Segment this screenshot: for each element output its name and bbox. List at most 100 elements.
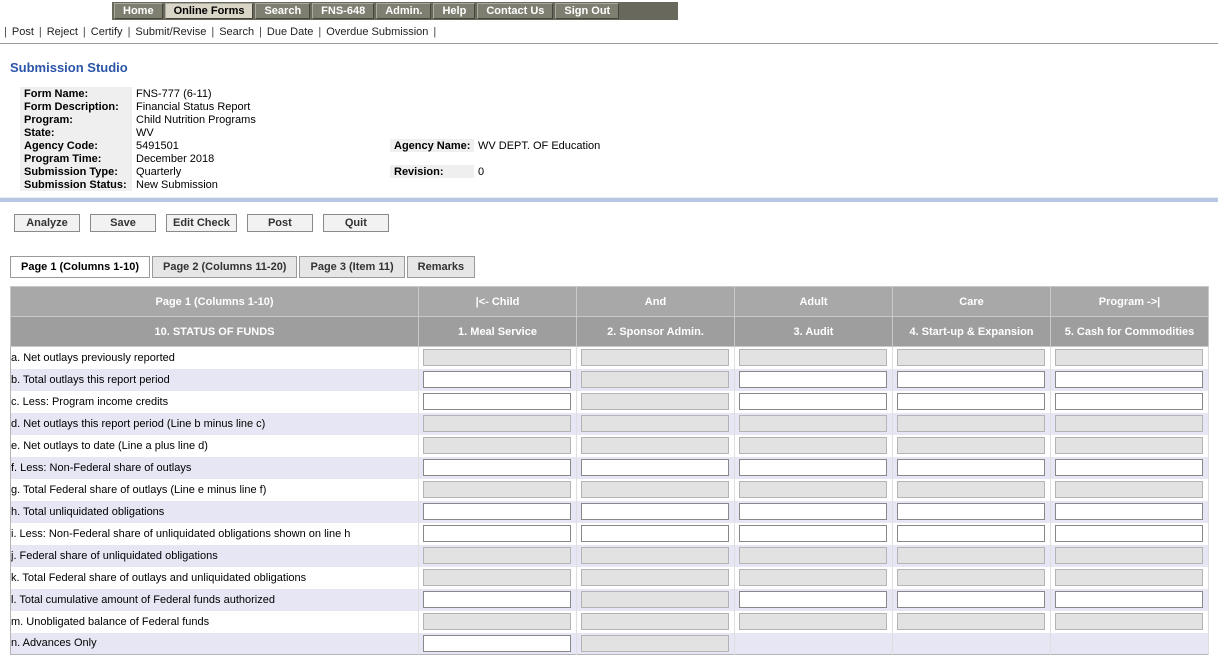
grid-row-g: g. Total Federal share of outlays (Line … bbox=[10, 478, 1209, 501]
menu-overdue-submission[interactable]: Overdue Submission bbox=[326, 26, 428, 38]
grid-cell bbox=[1050, 434, 1209, 457]
cell-f-col3-input[interactable] bbox=[739, 459, 887, 476]
cell-c-col3-input[interactable] bbox=[739, 393, 887, 410]
cell-i-col1-input[interactable] bbox=[423, 525, 571, 542]
grid-row-a: a. Net outlays previously reported bbox=[10, 346, 1209, 369]
cell-l-col5-input[interactable] bbox=[1055, 591, 1203, 608]
action-buttons: Analyze Save Edit Check Post Quit bbox=[14, 214, 1218, 232]
cell-h-col1-input[interactable] bbox=[423, 503, 571, 520]
menu-post[interactable]: Post bbox=[12, 26, 34, 38]
cell-f-col2-input[interactable] bbox=[581, 459, 729, 476]
cell-n-col1-input[interactable] bbox=[423, 634, 571, 652]
row-label: c. Less: Program income credits bbox=[10, 390, 419, 413]
grid-cell bbox=[418, 544, 577, 567]
analyze-button[interactable]: Analyze bbox=[14, 214, 80, 232]
cell-h-col3-input[interactable] bbox=[739, 503, 887, 520]
nav-fns-648[interactable]: FNS-648 bbox=[312, 3, 375, 19]
cell-l-col4-input[interactable] bbox=[897, 591, 1045, 608]
grid-cell bbox=[892, 632, 1051, 655]
grid-row-j: j. Federal share of unliquidated obligat… bbox=[10, 544, 1209, 567]
menu-search[interactable]: Search bbox=[219, 26, 254, 38]
cell-h-col4-input[interactable] bbox=[897, 503, 1045, 520]
tab-page-2-columns-11-20[interactable]: Page 2 (Columns 11-20) bbox=[151, 256, 298, 278]
edit-check-button[interactable]: Edit Check bbox=[166, 214, 237, 232]
cell-j-col1-input bbox=[423, 547, 571, 564]
cell-g-col3-input bbox=[739, 481, 887, 498]
cell-b-col4-input[interactable] bbox=[897, 371, 1045, 388]
cell-c-col5-input[interactable] bbox=[1055, 393, 1203, 410]
grid-cell bbox=[1050, 500, 1209, 523]
row-label: k. Total Federal share of outlays and un… bbox=[10, 566, 419, 589]
grid-cell bbox=[576, 390, 735, 413]
grid-cell bbox=[892, 566, 1051, 589]
grid-row-n: n. Advances Only bbox=[10, 632, 1209, 655]
info-label-agency-name: Agency Name: bbox=[390, 139, 474, 152]
info-row: Submission Type: Quarterly Revision: 0 bbox=[20, 165, 965, 178]
quit-button[interactable]: Quit bbox=[322, 214, 389, 232]
grid-cell bbox=[418, 346, 577, 369]
grid-cell bbox=[1050, 566, 1209, 589]
grid-cell bbox=[892, 588, 1051, 611]
menu-reject[interactable]: Reject bbox=[47, 26, 78, 38]
cell-i-col3-input[interactable] bbox=[739, 525, 887, 542]
nav-contact-us[interactable]: Contact Us bbox=[477, 3, 554, 19]
grid-head: Page 1 (Columns 1-10) |<- Child And Adult Ca… bbox=[10, 286, 1209, 347]
grid-row-l: l. Total cumulative amount of Federal fu… bbox=[10, 588, 1209, 611]
grid-cell bbox=[1050, 588, 1209, 611]
info-empty bbox=[390, 152, 965, 165]
cell-e-col1-input bbox=[423, 437, 571, 454]
tab-page-3-item-11[interactable]: Page 3 (Item 11) bbox=[299, 256, 405, 278]
cell-e-col4-input bbox=[897, 437, 1045, 454]
info-label-program: Program: bbox=[20, 113, 132, 126]
grid-cell bbox=[734, 478, 893, 501]
cell-e-col3-input bbox=[739, 437, 887, 454]
save-button[interactable]: Save bbox=[90, 214, 156, 232]
grid-cell bbox=[1050, 390, 1209, 413]
nav-admin[interactable]: Admin. bbox=[376, 3, 432, 19]
menu-separator: | bbox=[82, 26, 86, 38]
menu-certify[interactable]: Certify bbox=[91, 26, 123, 38]
row-label: a. Net outlays previously reported bbox=[10, 346, 419, 369]
nav-search[interactable]: Search bbox=[255, 3, 311, 19]
grid-cell bbox=[576, 478, 735, 501]
row-label: l. Total cumulative amount of Federal fu… bbox=[10, 588, 419, 611]
cell-b-col5-input[interactable] bbox=[1055, 371, 1203, 388]
cell-d-col3-input bbox=[739, 415, 887, 432]
cell-f-col5-input[interactable] bbox=[1055, 459, 1203, 476]
grid-header-row-2: 10. STATUS OF FUNDS 1. Meal Service 2. Spo… bbox=[10, 316, 1209, 347]
cell-b-col3-input[interactable] bbox=[739, 371, 887, 388]
cell-l-col3-input[interactable] bbox=[739, 591, 887, 608]
cell-c-col4-input[interactable] bbox=[897, 393, 1045, 410]
cell-j-col2-input bbox=[581, 547, 729, 564]
cell-m-col1-input bbox=[423, 613, 571, 630]
cell-c-col1-input[interactable] bbox=[423, 393, 571, 410]
cell-l-col1-input[interactable] bbox=[423, 591, 571, 608]
cell-b-col1-input[interactable] bbox=[423, 371, 571, 388]
nav-online-forms[interactable]: Online Forms bbox=[164, 3, 254, 19]
nav-sign-out[interactable]: Sign Out bbox=[555, 3, 620, 19]
menu-submit-revise[interactable]: Submit/Revise bbox=[135, 26, 206, 38]
grid-cell bbox=[892, 456, 1051, 479]
tab-remarks[interactable]: Remarks bbox=[406, 256, 476, 278]
tab-strip: Page 1 (Columns 1-10) Page 2 (Columns 11-… bbox=[10, 256, 1218, 278]
tab-page-1-columns-1-10[interactable]: Page 1 (Columns 1-10) bbox=[10, 256, 150, 278]
cell-i-col5-input[interactable] bbox=[1055, 525, 1203, 542]
cell-f-col4-input[interactable] bbox=[897, 459, 1045, 476]
cell-f-col1-input[interactable] bbox=[423, 459, 571, 476]
cell-h-col2-input[interactable] bbox=[581, 503, 729, 520]
cell-i-col2-input[interactable] bbox=[581, 525, 729, 542]
grid-cell bbox=[734, 346, 893, 369]
cell-h-col5-input[interactable] bbox=[1055, 503, 1203, 520]
grid-cell bbox=[576, 566, 735, 589]
grid-cell bbox=[734, 610, 893, 633]
post-button[interactable]: Post bbox=[246, 214, 313, 232]
menu-due-date[interactable]: Due Date bbox=[267, 26, 313, 38]
info-row: Form Description: Financial Status Report bbox=[20, 100, 965, 113]
menu-bar: | Post | Reject | Certify | Submit/Revise | Searc… bbox=[0, 22, 1218, 44]
cell-i-col4-input[interactable] bbox=[897, 525, 1045, 542]
grid-header-cell: Adult bbox=[734, 286, 893, 317]
nav-home[interactable]: Home bbox=[114, 3, 163, 19]
grid-row-f: f. Less: Non-Federal share of outlays bbox=[10, 456, 1209, 479]
nav-help[interactable]: Help bbox=[433, 3, 476, 19]
grid-cell bbox=[734, 390, 893, 413]
